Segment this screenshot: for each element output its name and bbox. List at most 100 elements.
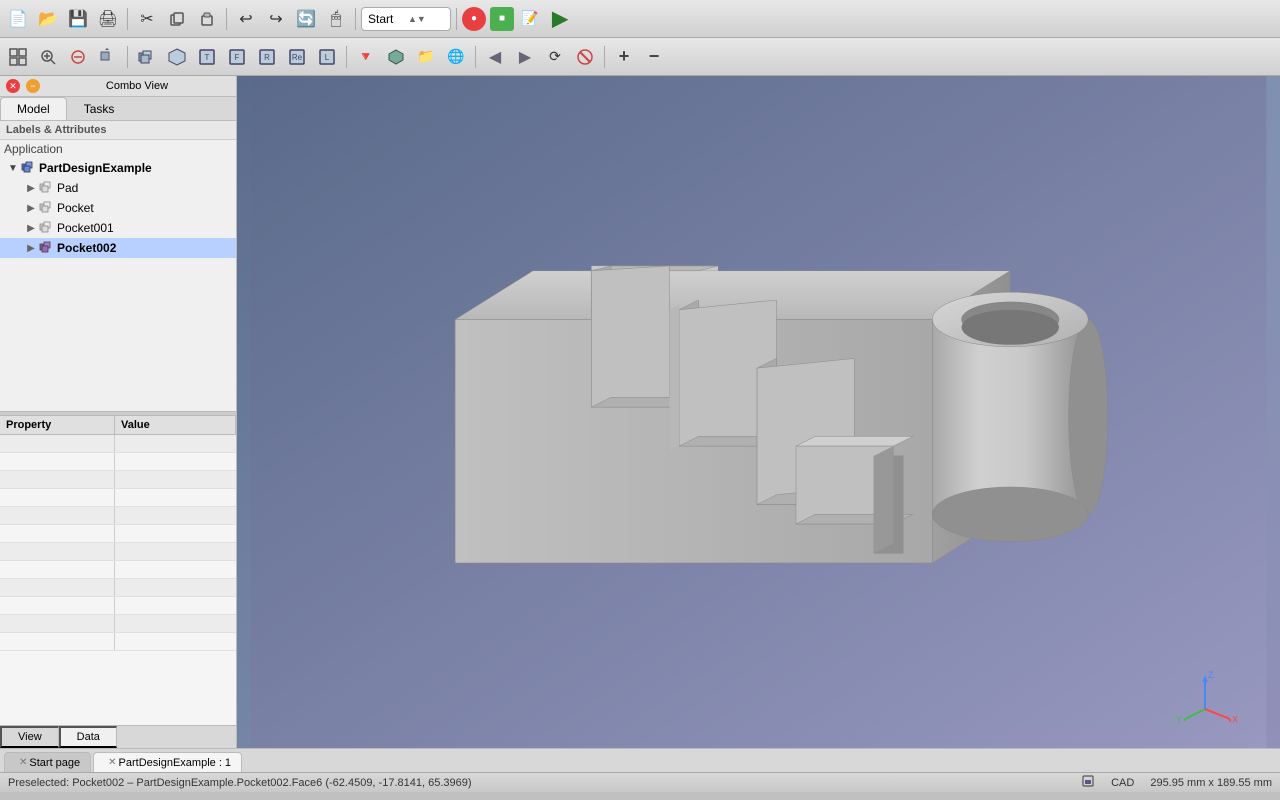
prop-row-11 — [0, 615, 236, 633]
macro-edit-button[interactable]: 📝 — [516, 5, 544, 33]
prop-row-6 — [0, 525, 236, 543]
left-tab-view[interactable]: View — [0, 726, 59, 748]
combo-close-button[interactable]: ✕ — [6, 79, 20, 93]
new-button[interactable]: 📄 — [4, 5, 32, 33]
left-bottom-tabs: View Data — [0, 725, 236, 748]
part-design-button[interactable] — [382, 43, 410, 71]
tree-label-pad: Pad — [57, 181, 78, 195]
property-header: Property Value — [0, 416, 236, 435]
tab-close-partdesign[interactable]: ✕ — [108, 757, 116, 768]
zoom-out-view-button[interactable]: − — [640, 43, 668, 71]
macro-record-button[interactable]: ● — [462, 7, 486, 31]
select-filter-button[interactable]: 🔻 — [352, 43, 380, 71]
tab-label-partdesign: PartDesignExample : 1 — [119, 757, 232, 769]
combo-title: Combo View — [44, 80, 230, 92]
home-view-button[interactable] — [133, 43, 161, 71]
tab-start-page[interactable]: ✕ Start page — [4, 752, 91, 772]
right-view-button[interactable]: R — [253, 43, 281, 71]
prop-row-1 — [0, 435, 236, 453]
svg-text:R: R — [264, 53, 270, 62]
record-icon: ● — [471, 13, 477, 24]
undo-button[interactable]: ↩ — [232, 5, 260, 33]
save-button[interactable]: 💾 — [64, 5, 92, 33]
forward-button[interactable]: ▶ — [511, 43, 539, 71]
rear-view-button[interactable]: Re — [283, 43, 311, 71]
fit-all-button[interactable] — [4, 43, 32, 71]
left-view-button[interactable]: L — [313, 43, 341, 71]
macro-run-button[interactable]: ▶ — [546, 5, 574, 33]
redo-button[interactable]: ↪ — [262, 5, 290, 33]
front-view-button[interactable]: F — [223, 43, 251, 71]
globe-button[interactable]: 🌐 — [442, 43, 470, 71]
statusbar: Preselected: Pocket002 – PartDesignExamp… — [0, 772, 1280, 792]
sep1 — [127, 8, 128, 30]
root-label: Application — [4, 142, 63, 156]
tab-tasks[interactable]: Tasks — [67, 97, 132, 120]
col-property: Property — [0, 416, 115, 434]
left-panel: ✕ − Combo View Model Tasks Labels & Attr… — [0, 76, 237, 748]
tab-partdesign-example[interactable]: ✕ PartDesignExample : 1 — [93, 752, 242, 772]
prop-row-8 — [0, 561, 236, 579]
svg-text:Y: Y — [1176, 715, 1182, 725]
tree-label-pocket001: Pocket001 — [57, 221, 114, 235]
pocket002-icon — [38, 240, 54, 256]
workbench-dropdown[interactable]: Start ▲▼ — [361, 7, 451, 31]
section-header-labels: Labels & Attributes — [0, 121, 236, 140]
tree-item-pocket002[interactable]: ▶ Pocket002 — [0, 238, 236, 258]
tab-model[interactable]: Model — [0, 97, 67, 120]
open-button[interactable]: 📂 — [34, 5, 62, 33]
arrow-icon: ▶ — [24, 221, 38, 235]
tree-root-application: Application — [0, 140, 236, 158]
open-file-button[interactable]: 📁 — [412, 43, 440, 71]
stop-button[interactable] — [571, 43, 599, 71]
macro-stop-button[interactable]: ■ — [490, 7, 514, 31]
arrow-icon: ▶ — [24, 241, 38, 255]
arrow-icon: ▼ — [6, 161, 20, 175]
isometric-button[interactable] — [163, 43, 191, 71]
statusbar-message: Preselected: Pocket002 – PartDesignExamp… — [8, 777, 1081, 789]
tree-item-pocket[interactable]: ▶ Pocket — [0, 198, 236, 218]
tree-label-pocket002: Pocket002 — [57, 241, 116, 255]
back-button[interactable]: ◀ — [481, 43, 509, 71]
labels-section: Labels & Attributes Application ▼ PartDe… — [0, 121, 236, 411]
prop-row-12 — [0, 633, 236, 651]
sep6 — [346, 46, 347, 68]
prop-row-4 — [0, 489, 236, 507]
cad-model-svg: Z X Y — [237, 76, 1280, 748]
toolbar-2: T F R Re L 🔻 📁 🌐 ◀ ▶ ⟳ + − — [0, 38, 1280, 76]
prop-row-10 — [0, 597, 236, 615]
reload-button[interactable]: ⟳ — [541, 43, 569, 71]
zoom-in-view-button[interactable]: + — [610, 43, 638, 71]
rotate-button[interactable] — [94, 43, 122, 71]
statusbar-icon — [1081, 774, 1095, 791]
workbench-label: Start — [368, 12, 404, 26]
stop-icon: ■ — [499, 13, 505, 24]
panel-tabs: Model Tasks — [0, 97, 236, 121]
statusbar-dimensions: 295.95 mm x 189.55 mm — [1150, 777, 1272, 789]
top-view-button[interactable]: T — [193, 43, 221, 71]
pointer-button[interactable]: 🖱 — [322, 5, 350, 33]
prop-row-9 — [0, 579, 236, 597]
svg-text:Re: Re — [292, 53, 303, 62]
3d-viewport[interactable]: Z X Y — [237, 76, 1280, 748]
print-button[interactable]: 🖨 — [94, 5, 122, 33]
sep7 — [475, 46, 476, 68]
cut-button[interactable]: ✂ — [133, 5, 161, 33]
sep3 — [355, 8, 356, 30]
left-tab-data[interactable]: Data — [59, 726, 117, 748]
combo-minimize-button[interactable]: − — [26, 79, 40, 93]
box-select-button[interactable] — [64, 43, 92, 71]
tree-label-pocket: Pocket — [57, 201, 94, 215]
sep4 — [456, 8, 457, 30]
svg-text:F: F — [235, 53, 240, 62]
tree-item-pocket001[interactable]: ▶ Pocket001 — [0, 218, 236, 238]
tree-item-pad[interactable]: ▶ Pad — [0, 178, 236, 198]
copy-button[interactable] — [163, 5, 191, 33]
zoom-in-button[interactable] — [34, 43, 62, 71]
refresh-button[interactable]: 🔄 — [292, 5, 320, 33]
tab-close-start[interactable]: ✕ — [19, 757, 27, 768]
paste-button[interactable] — [193, 5, 221, 33]
tree-item-partdesignexample[interactable]: ▼ PartDesignExample — [0, 158, 236, 178]
bottom-document-tabs: ✕ Start page ✕ PartDesignExample : 1 — [0, 748, 1280, 772]
arrow-icon: ▶ — [24, 181, 38, 195]
